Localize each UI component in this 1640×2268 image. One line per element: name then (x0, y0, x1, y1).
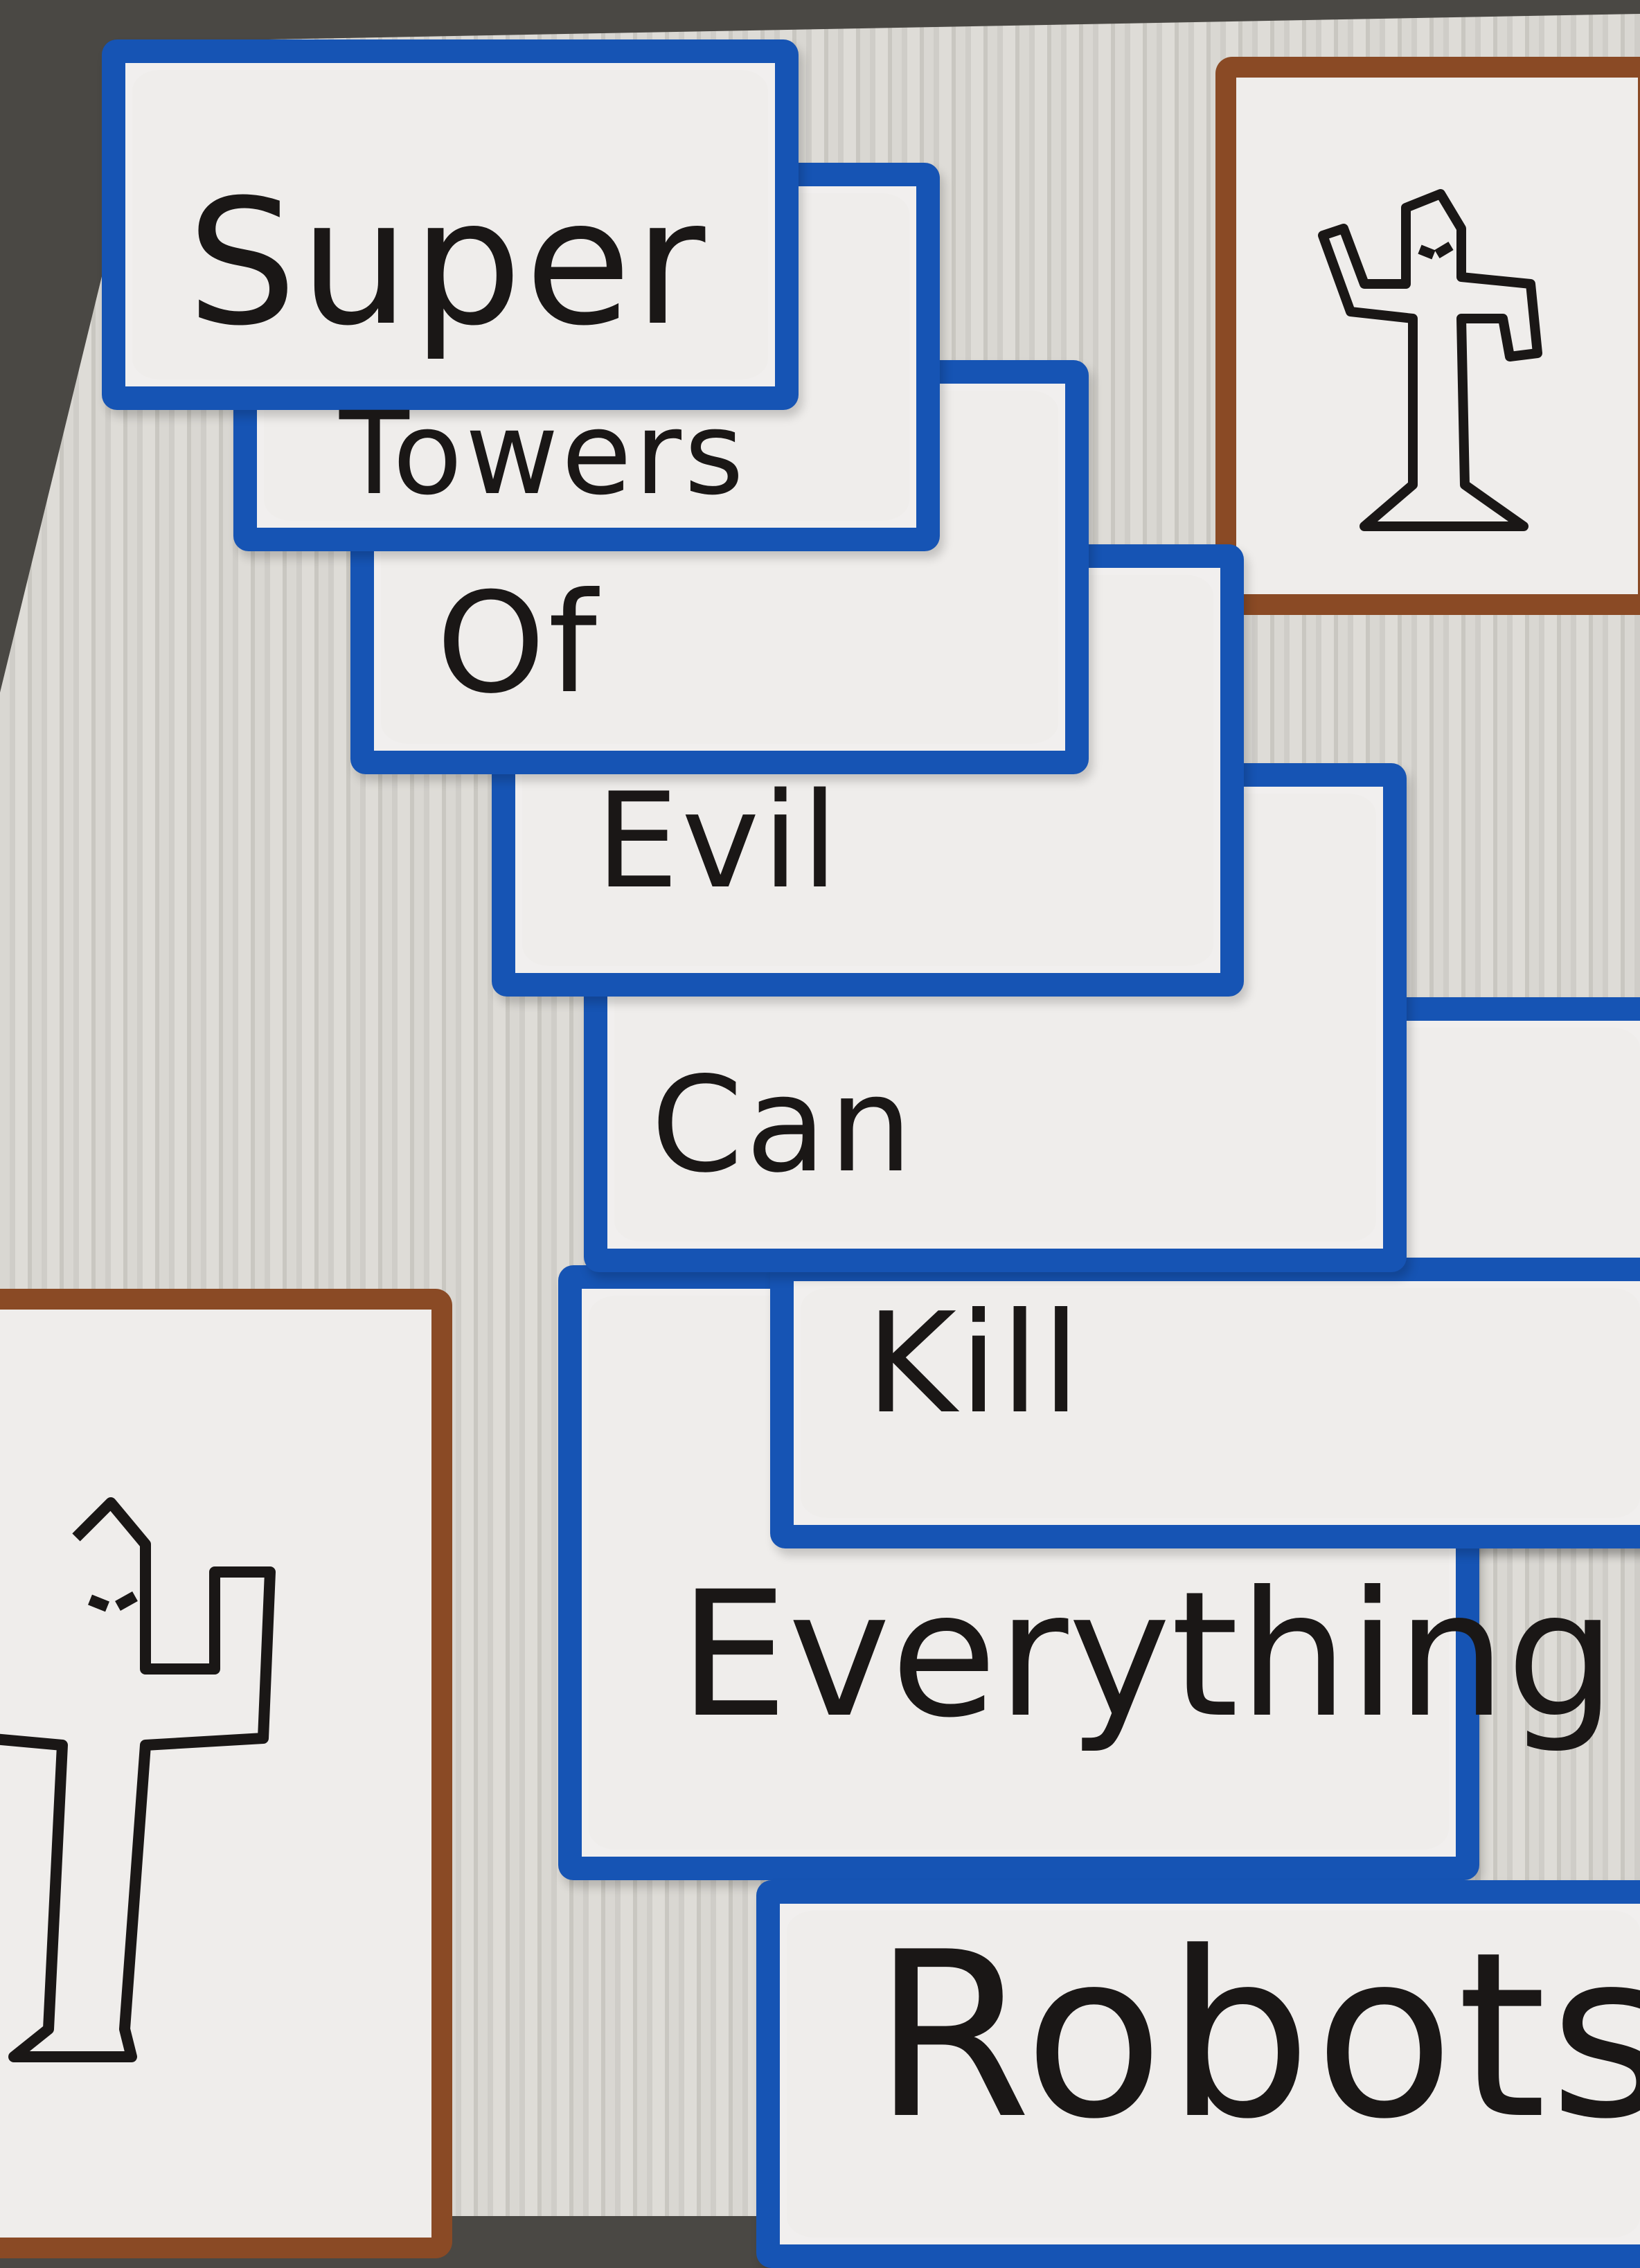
word-can: Can (651, 1048, 916, 1202)
word-robots: Robots (873, 1903, 1640, 2169)
word-kill: Kill (866, 1283, 1083, 1445)
word-evil: Evil (596, 765, 841, 918)
evil-tower-robot-icon (1318, 189, 1542, 531)
evil-tower-robot-icon (0, 1497, 276, 2062)
word-everything: Everything (679, 1554, 1616, 1756)
word-towers: Towers (339, 387, 747, 520)
word-super: Super (187, 162, 708, 364)
word-of: Of (436, 563, 600, 724)
